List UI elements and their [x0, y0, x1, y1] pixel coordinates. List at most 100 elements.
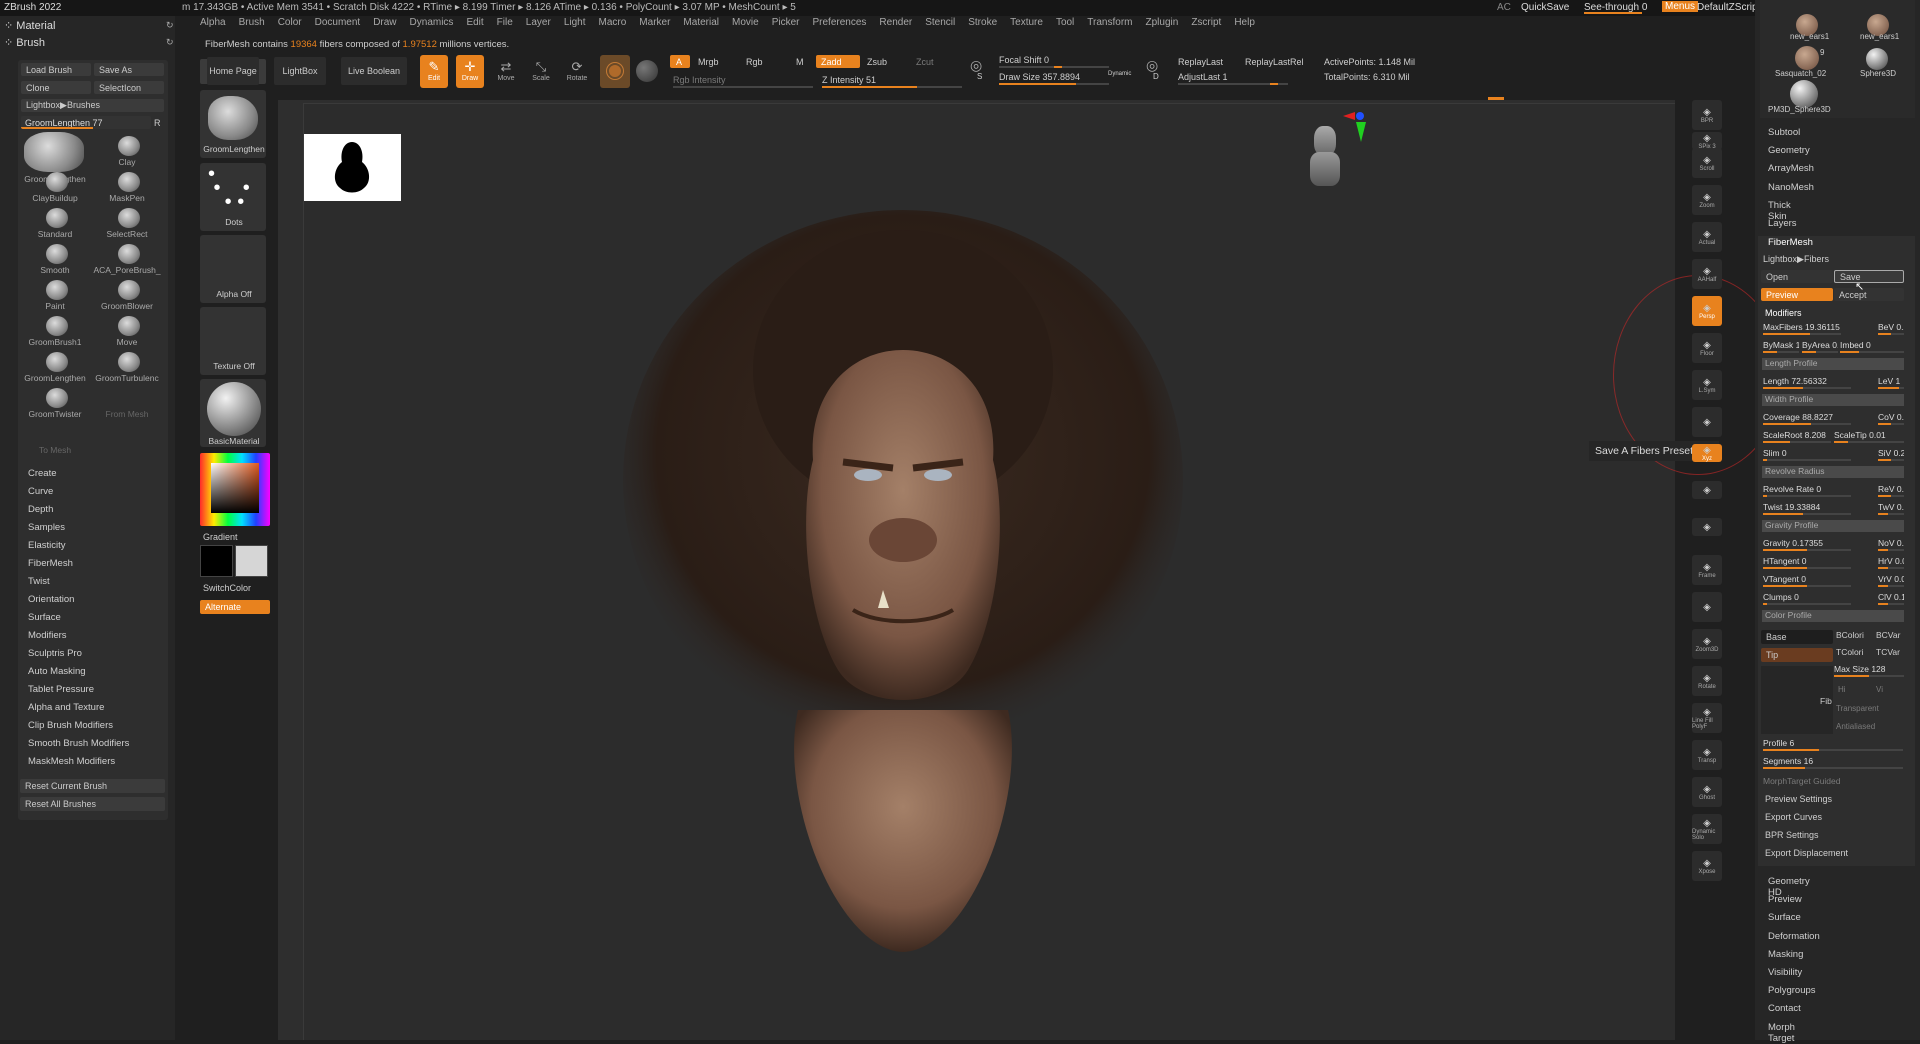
brush-submenu-clip-brush-modifiers[interactable]: Clip Brush Modifiers — [28, 720, 113, 731]
focal-shift-slider[interactable]: Focal Shift 0 — [999, 55, 1049, 65]
brush-item[interactable]: GroomBrush1 — [18, 314, 90, 350]
m-button[interactable]: M — [796, 57, 804, 67]
base-color-button[interactable]: Base — [1761, 630, 1833, 644]
material-header[interactable]: ⁘ Material — [4, 19, 55, 32]
menu-layers[interactable]: Layers — [1768, 218, 1797, 229]
brush-submenu-surface[interactable]: Surface — [28, 612, 61, 623]
zcut-button[interactable]: Zcut — [916, 57, 934, 67]
slider-bdv[interactable]: BeV 0.2 — [1878, 322, 1904, 336]
select-icon-button[interactable]: SelectIcon — [94, 81, 164, 94]
slider-coverage[interactable]: Coverage 88.8227 — [1763, 412, 1851, 426]
brush-submenu-smooth-brush-modifiers[interactable]: Smooth Brush Modifiers — [28, 738, 129, 749]
lightbox-fibers-button[interactable]: Lightbox▶Fibers — [1763, 254, 1829, 265]
quicksave-button[interactable]: QuickSave — [1521, 2, 1569, 13]
slider-sv[interactable]: SiV 0.2 — [1878, 448, 1904, 462]
zadd-button[interactable]: Zadd — [816, 55, 860, 68]
tool-floor[interactable]: ◈ Floor — [1692, 333, 1722, 363]
brush-submenu-sculptris-pro[interactable]: Sculptris Pro — [28, 648, 82, 659]
menu-file[interactable]: File — [497, 17, 513, 28]
z-intensity-slider[interactable]: Z Intensity 51 — [822, 75, 876, 85]
reset-current-brush-button[interactable]: Reset Current Brush — [20, 779, 165, 793]
brush-item[interactable]: ACA_PoreBrush_ — [90, 242, 162, 278]
save-button[interactable]: Save — [1834, 270, 1904, 283]
subtool-label[interactable]: Sasquatch_02 — [1775, 69, 1826, 78]
subtool-label[interactable]: PM3D_Sphere3D — [1768, 105, 1831, 114]
fibermesh-header[interactable]: FiberMesh — [1768, 237, 1813, 248]
brush-item[interactable]: GroomLengthen — [18, 132, 90, 184]
brush-submenu-samples[interactable]: Samples — [28, 522, 65, 533]
rgb-button[interactable]: Rgb — [746, 57, 763, 67]
menu-draw[interactable]: Draw — [373, 17, 396, 28]
default-zscript-button[interactable]: DefaultZScript — [1697, 2, 1760, 13]
slider-length[interactable]: Length 72.56332 — [1763, 376, 1851, 390]
brush-submenu-create[interactable]: Create — [28, 468, 57, 479]
reset-all-brushes-button[interactable]: Reset All Brushes — [20, 797, 165, 811]
replay-last-rel-button[interactable]: ReplayLastRel — [1245, 57, 1304, 67]
tip-color-button[interactable]: Tip — [1761, 648, 1833, 662]
secondary-color-swatch[interactable] — [235, 545, 268, 577]
menu-preview[interactable]: Preview — [1768, 894, 1802, 905]
slider-byarea[interactable]: ByArea 0. — [1802, 340, 1838, 354]
slider-imbed[interactable]: Imbed 0 — [1840, 340, 1904, 354]
rotate-mode-button[interactable]: ⟳ Rotate — [563, 55, 591, 88]
color-picker[interactable] — [200, 453, 270, 526]
section-gravityprofile[interactable]: Gravity Profile — [1762, 520, 1904, 532]
tool-icon[interactable]: ◈ — [1692, 518, 1722, 536]
menu-visibility[interactable]: Visibility — [1768, 967, 1802, 978]
menu-brush[interactable]: Brush — [239, 17, 265, 28]
menu-stroke[interactable]: Stroke — [968, 17, 997, 28]
load-brush-button[interactable]: Load Brush — [21, 63, 91, 76]
slider-twv[interactable]: TwV 0.0 — [1878, 502, 1904, 516]
section-lengthprofile[interactable]: Length Profile — [1762, 358, 1904, 370]
tool-scroll[interactable]: ◈ Scroll — [1692, 148, 1722, 178]
menu-morph-target[interactable]: Morph Target — [1768, 1022, 1795, 1044]
menu-tool[interactable]: Tool — [1056, 17, 1074, 28]
menu-picker[interactable]: Picker — [772, 17, 800, 28]
brush-submenu-alpha-and-texture[interactable]: Alpha and Texture — [28, 702, 104, 713]
section-widthprofile[interactable]: Width Profile — [1762, 394, 1904, 406]
button-exportcurves[interactable]: Export Curves — [1765, 812, 1822, 822]
vi-label[interactable]: Vi — [1876, 685, 1883, 694]
subtool-thumb-icon[interactable] — [1795, 46, 1819, 70]
menu-help[interactable]: Help — [1234, 17, 1255, 28]
clone-button[interactable]: Clone — [21, 81, 91, 94]
tool-icon[interactable]: ◈ — [1692, 481, 1722, 499]
live-boolean-button[interactable]: Live Boolean — [341, 57, 407, 85]
brush-item[interactable]: GroomBlower — [90, 278, 162, 314]
brush-item[interactable]: MaskPen — [90, 170, 162, 206]
tool-zoom[interactable]: ◈ Zoom — [1692, 185, 1722, 215]
brush-submenu-fibermesh[interactable]: FiberMesh — [28, 558, 73, 569]
menu-light[interactable]: Light — [564, 17, 586, 28]
a-button[interactable]: A — [670, 55, 690, 68]
r-button[interactable]: R — [154, 118, 161, 128]
menu-stencil[interactable]: Stencil — [925, 17, 955, 28]
tool-dynamic-solo[interactable]: ◈ Dynamic Solo — [1692, 814, 1722, 844]
tool-icon[interactable]: ◈ — [1692, 592, 1722, 622]
groomlengthen-slider[interactable]: GroomLengthen 77 — [21, 116, 151, 129]
button-previewsettings[interactable]: Preview Settings — [1765, 794, 1832, 804]
stroke-slot[interactable]: • • • • • Dots — [200, 163, 266, 231]
brush-item[interactable]: Standard — [18, 206, 90, 242]
rgb-intensity-slider[interactable]: Rgb Intensity — [673, 75, 726, 85]
open-button[interactable]: Open — [1761, 270, 1833, 283]
brush-submenu-orientation[interactable]: Orientation — [28, 594, 74, 605]
tool-transp[interactable]: ◈ Transp — [1692, 740, 1722, 770]
menu-edit[interactable]: Edit — [466, 17, 483, 28]
menu-deformation[interactable]: Deformation — [1768, 931, 1820, 942]
menu-subtool[interactable]: Subtool — [1768, 127, 1800, 138]
tool-persp[interactable]: ◈ Persp — [1692, 296, 1722, 326]
brush-submenu-depth[interactable]: Depth — [28, 504, 53, 515]
hi-label[interactable]: Hi — [1838, 685, 1846, 694]
transparent-button[interactable]: Transparent — [1836, 704, 1879, 713]
lightbox-brushes-button[interactable]: Lightbox▶Brushes — [21, 99, 164, 112]
texture-slot[interactable]: Texture Off — [200, 307, 266, 375]
orientation-head-icon[interactable] — [1305, 122, 1345, 190]
menu-polygroups[interactable]: Polygroups — [1768, 985, 1816, 996]
tool-xyz[interactable]: ◈ Xyz — [1692, 444, 1722, 462]
lightbox-button[interactable]: LightBox — [274, 57, 326, 85]
menu-texture[interactable]: Texture — [1010, 17, 1043, 28]
tool-l-sym[interactable]: ◈ L.Sym — [1692, 370, 1722, 400]
slider-nov[interactable]: NoV 0.0 — [1878, 538, 1904, 552]
tool-ghost[interactable]: ◈ Ghost — [1692, 777, 1722, 807]
brush-submenu-maskmesh-modifiers[interactable]: MaskMesh Modifiers — [28, 756, 115, 767]
